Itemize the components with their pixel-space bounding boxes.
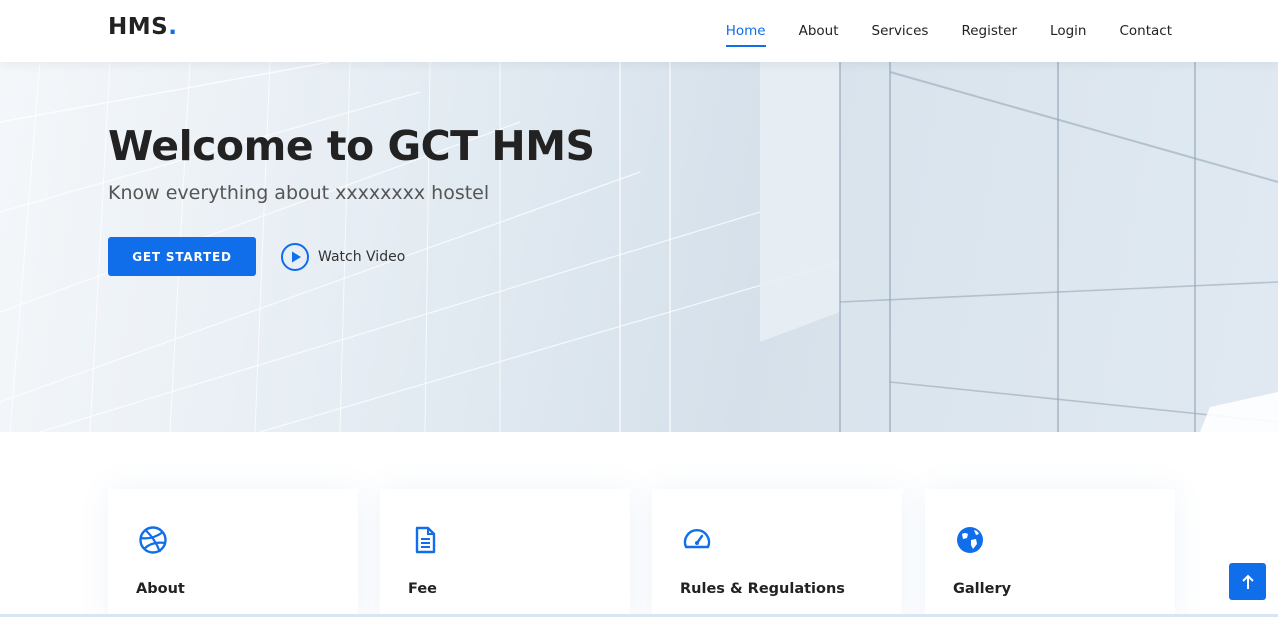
card-label: About: [136, 581, 185, 597]
nav-home[interactable]: Home: [725, 17, 766, 47]
dribbble-icon: [139, 526, 167, 554]
nav-services[interactable]: Services: [872, 17, 929, 45]
play-circle-icon: [281, 243, 309, 271]
card-label: Fee: [408, 581, 437, 597]
speedometer-icon: [683, 529, 711, 549]
globe-icon: [957, 527, 983, 553]
watch-video-label: Watch Video: [318, 249, 406, 265]
nav-register[interactable]: Register: [961, 17, 1017, 45]
card-rules[interactable]: Rules & Regulations: [652, 489, 902, 617]
nav-about[interactable]: About: [799, 17, 839, 45]
hero-section: Welcome to GCT HMS Know everything about…: [0, 62, 1278, 432]
card-label: Gallery: [953, 581, 1012, 597]
logo-dot: .: [168, 14, 178, 40]
nav-contact[interactable]: Contact: [1119, 17, 1172, 45]
watch-video-link[interactable]: Watch Video: [280, 242, 405, 272]
nav-login[interactable]: Login: [1050, 17, 1086, 45]
features-section: About Fee Rules & Regulations Gallery: [0, 432, 1278, 617]
site-header: HMS. Home About Services Register Login …: [0, 0, 1278, 62]
document-icon: [415, 526, 436, 554]
back-to-top-button[interactable]: [1229, 563, 1266, 600]
card-label: Rules & Regulations: [680, 581, 845, 597]
hero-title: Welcome to GCT HMS: [108, 122, 595, 170]
arrow-up-icon: [1241, 574, 1254, 589]
hero-subtitle: Know everything about xxxxxxxx hostel: [108, 182, 490, 204]
card-gallery[interactable]: Gallery: [925, 489, 1175, 617]
card-fee[interactable]: Fee: [380, 489, 630, 617]
card-about[interactable]: About: [108, 489, 358, 617]
get-started-button[interactable]: GET STARTED: [108, 237, 256, 276]
site-logo[interactable]: HMS.: [108, 14, 177, 40]
logo-text: HMS: [108, 14, 169, 40]
main-nav: Home About Services Register Login Conta…: [693, 0, 1172, 62]
